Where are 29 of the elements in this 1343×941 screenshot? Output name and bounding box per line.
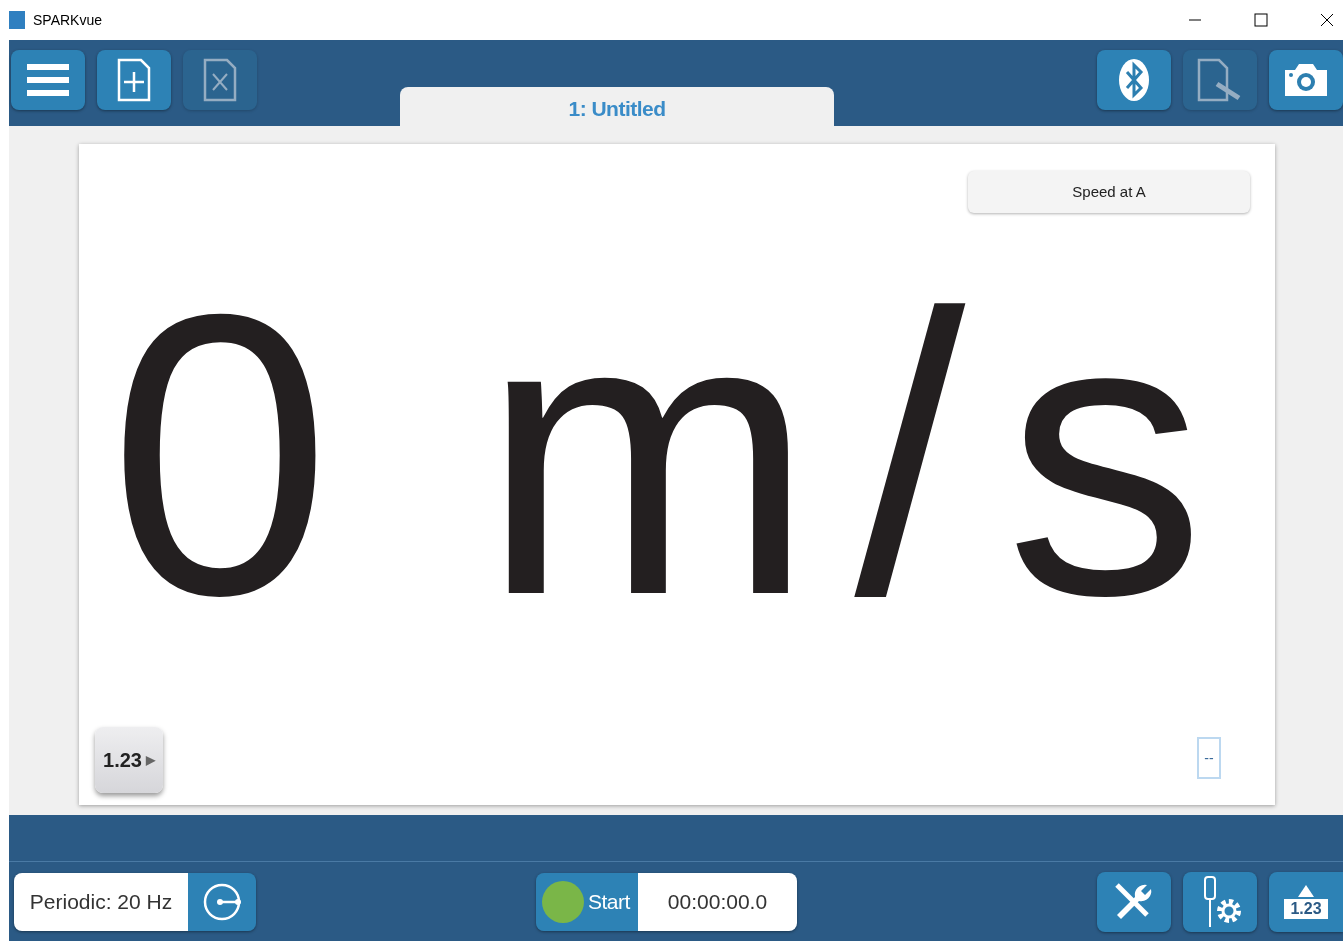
file-plus-icon bbox=[117, 58, 151, 102]
measurement-selector[interactable]: Speed at A bbox=[968, 171, 1250, 213]
scale-indicator: -- bbox=[1197, 737, 1221, 779]
triangle-up-icon bbox=[1298, 884, 1314, 897]
start-button[interactable]: Start bbox=[536, 872, 638, 931]
window-title: SPARKvue bbox=[33, 10, 102, 30]
record-indicator-icon bbox=[542, 880, 584, 923]
number-format-button[interactable]: 1.23 ▶ bbox=[95, 727, 163, 793]
toolbar-button[interactable] bbox=[1269, 50, 1343, 110]
maximize-icon[interactable] bbox=[1254, 13, 1268, 27]
menu-icon bbox=[27, 62, 69, 98]
camera-icon bbox=[1283, 62, 1329, 98]
toolbar-button[interactable] bbox=[11, 50, 85, 110]
app-logo-icon bbox=[9, 11, 25, 29]
close-icon[interactable] bbox=[1320, 13, 1334, 27]
page-pencil-icon bbox=[1197, 58, 1243, 102]
sampling-rate[interactable]: Periodic: 20 Hz bbox=[14, 872, 188, 931]
sampling-options-button[interactable] bbox=[188, 872, 256, 931]
digits-value: 0 bbox=[108, 255, 332, 655]
tools-button[interactable] bbox=[1097, 871, 1171, 932]
clock-hand-icon bbox=[202, 881, 242, 922]
bluetooth-icon bbox=[1117, 58, 1151, 102]
file-x-icon bbox=[203, 58, 237, 102]
toolbar-button[interactable] bbox=[1097, 50, 1171, 110]
digits-unit: m/s bbox=[481, 255, 1246, 655]
timer-display: 00:00:00.0 bbox=[638, 872, 797, 931]
sensor-settings-button[interactable] bbox=[1183, 871, 1257, 932]
toolbar-button[interactable] bbox=[97, 50, 171, 110]
digits-display-button[interactable]: 1.23 bbox=[1269, 871, 1343, 932]
